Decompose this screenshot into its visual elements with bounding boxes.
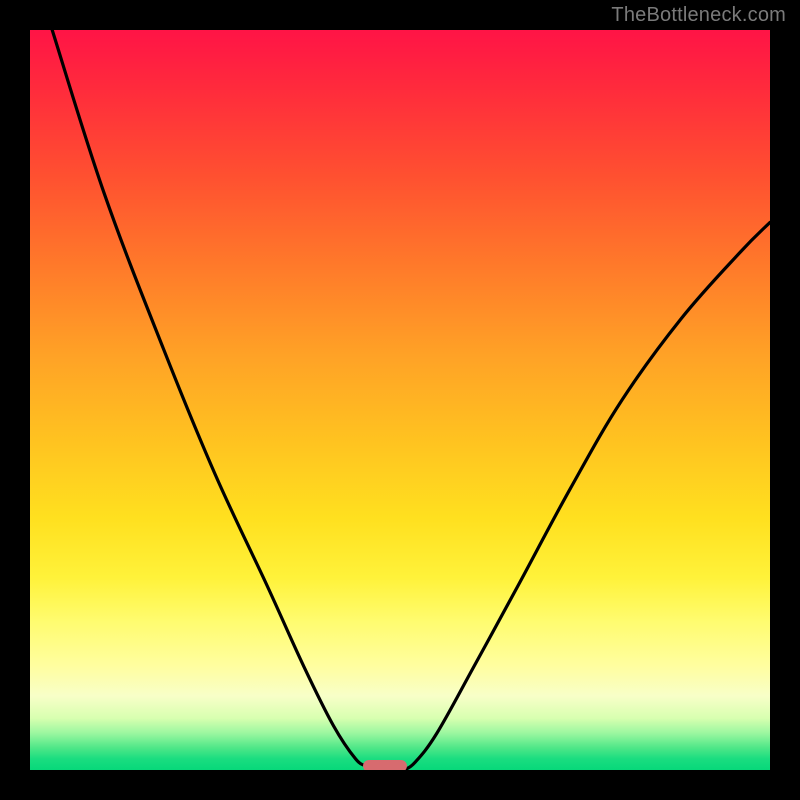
watermark-text: TheBottleneck.com: [611, 4, 786, 27]
curve-layer: [30, 30, 770, 770]
optimal-zone-marker: [363, 760, 407, 770]
right-curve: [404, 222, 770, 770]
chart-frame: TheBottleneck.com: [0, 0, 800, 800]
left-curve: [52, 30, 372, 770]
plot-area: [30, 30, 770, 770]
